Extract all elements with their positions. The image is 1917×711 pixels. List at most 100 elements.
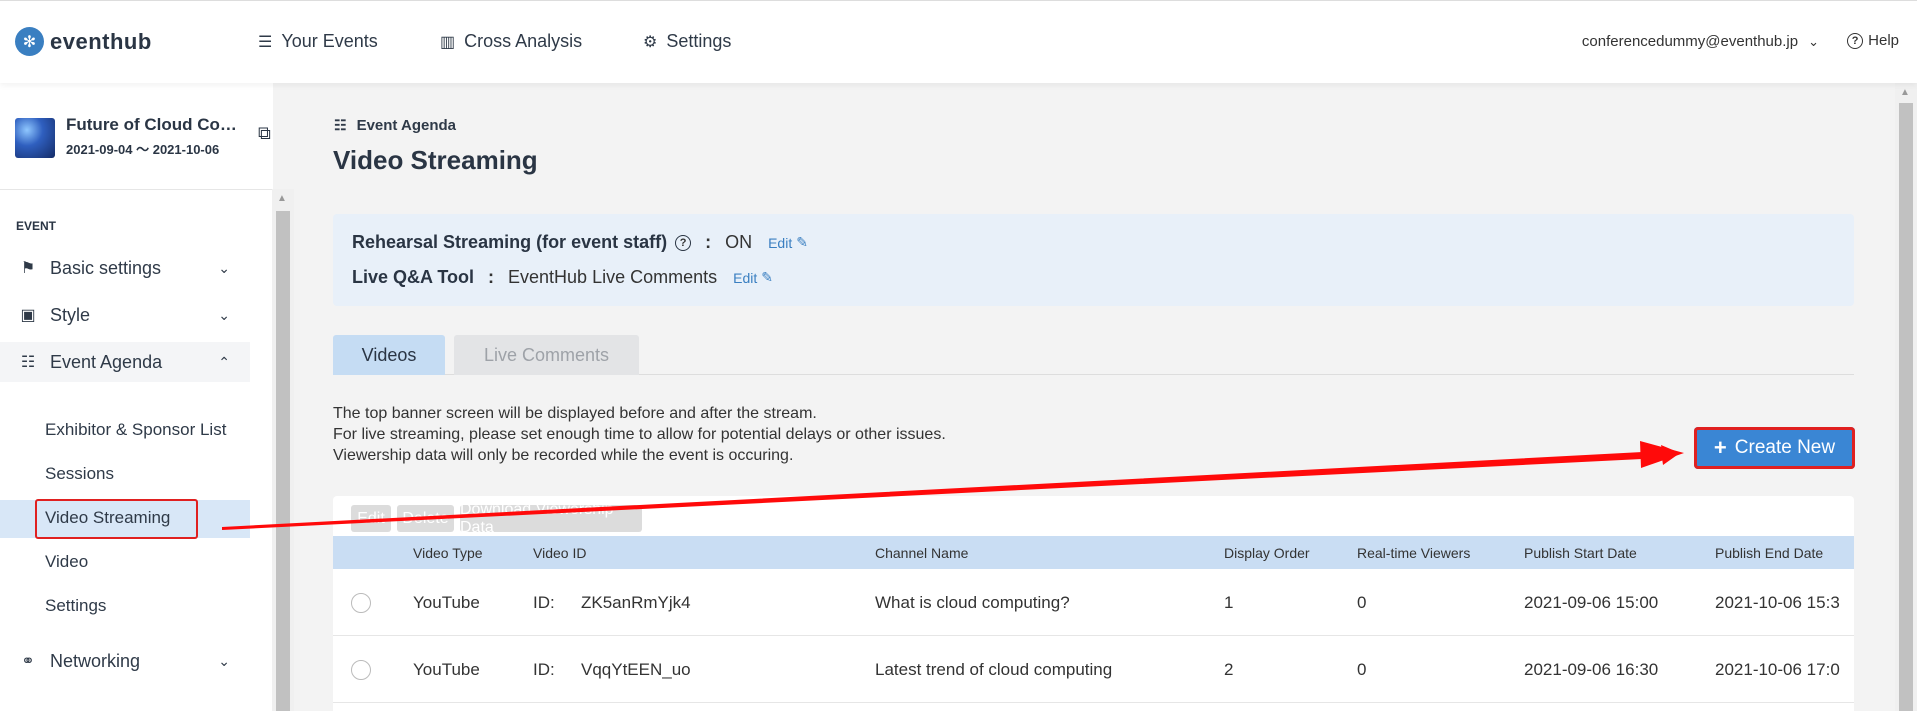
event-dates: 2021-09-04 ～ 2021-10-06 bbox=[66, 142, 220, 157]
tab-live-comments[interactable]: Live Comments bbox=[454, 335, 639, 375]
sidebar-item-event-agenda[interactable]: ☷ Event Agenda ⌃ bbox=[0, 342, 250, 382]
qa-label: Live Q&A Tool bbox=[352, 267, 475, 287]
plus-icon: + bbox=[1713, 435, 1727, 460]
delete-button[interactable]: Delete bbox=[397, 505, 454, 532]
nav-cross-analysis[interactable]: ▥ Cross Analysis bbox=[440, 31, 582, 52]
chevron-up-icon: ⌃ bbox=[218, 353, 230, 370]
notes: The top banner screen will be displayed … bbox=[333, 403, 946, 466]
tab-bar: Videos Live Comments bbox=[333, 335, 1854, 375]
gear-icon: ⚙ bbox=[643, 33, 658, 51]
sidebar-item-networking[interactable]: ⚭ Networking ⌄ bbox=[0, 641, 250, 681]
event-thumbnail bbox=[15, 118, 55, 158]
help-label: Help bbox=[1868, 32, 1899, 49]
nav-label: Settings bbox=[666, 31, 732, 51]
cell-video-type: YouTube bbox=[413, 660, 480, 679]
divider bbox=[0, 189, 273, 190]
sidebar-item-label: Networking bbox=[50, 650, 141, 671]
top-navigation-bar: ✻ eventhub ☰ Your Events ▥ Cross Analysi… bbox=[0, 0, 1917, 83]
sidebar-item-style[interactable]: ▣ Style ⌄ bbox=[0, 295, 250, 335]
sidebar-subitem-exhibitor[interactable]: Exhibitor & Sponsor List bbox=[45, 420, 226, 440]
nav-your-events[interactable]: ☰ Your Events bbox=[258, 31, 378, 52]
column-header: Publish Start Date bbox=[1524, 545, 1637, 561]
cell-video-id: ZK5anRmYjk4 bbox=[581, 593, 691, 612]
flag-icon: ⚑ bbox=[20, 260, 36, 277]
cell-channel-name: What is cloud computing? bbox=[875, 593, 1070, 612]
event-name: Future of Cloud Co… bbox=[66, 115, 237, 134]
edit-qa-link[interactable]: Edit ✎ bbox=[733, 269, 773, 286]
cell-display-order: 1 bbox=[1224, 593, 1234, 612]
scroll-up-icon[interactable]: ▲ bbox=[1900, 87, 1910, 98]
cell-start-date: 2021-09-06 15:00 bbox=[1524, 593, 1659, 612]
account-email: conferencedummy@eventhub.jp bbox=[1581, 33, 1799, 50]
rehearsal-label: Rehearsal Streaming (for event staff) bbox=[352, 232, 668, 252]
help-link[interactable]: ? Help bbox=[1847, 32, 1899, 49]
question-icon: ? bbox=[1847, 32, 1864, 49]
column-header: Publish End Date bbox=[1715, 545, 1824, 561]
sidebar-subitem-sessions[interactable]: Sessions bbox=[45, 464, 114, 484]
cell-end-date: 2021-10-06 17:0 bbox=[1715, 660, 1840, 679]
download-viewership-button[interactable]: Download Viewership Data bbox=[460, 501, 642, 536]
sidebar-subitem-settings[interactable]: Settings bbox=[45, 596, 106, 616]
cell-viewers: 0 bbox=[1357, 593, 1367, 612]
table-header: Video Type Video ID Channel Name Display… bbox=[333, 536, 1854, 569]
note-line: Viewership data will only be recorded wh… bbox=[333, 447, 794, 464]
pencil-icon: ✎ bbox=[796, 234, 808, 250]
nav-label: Cross Analysis bbox=[464, 31, 583, 51]
sidebar-item-label: Basic settings bbox=[50, 257, 162, 278]
sidebar-scrollbar[interactable]: ▲ bbox=[272, 189, 294, 711]
edit-button[interactable]: Edit bbox=[351, 505, 391, 532]
cell-id-prefix: ID: bbox=[533, 593, 555, 612]
sidebar: Future of Cloud Co… 2021-09-04 ～ 2021-10… bbox=[0, 83, 294, 711]
external-link-icon[interactable]: ⧉ bbox=[258, 123, 271, 144]
cell-video-id: VqqYtEEN_uo bbox=[581, 660, 691, 679]
pencil-icon: ✎ bbox=[761, 269, 773, 285]
scrollbar-thumb[interactable] bbox=[1899, 103, 1913, 711]
note-line: For live streaming, please set enough ti… bbox=[333, 426, 946, 443]
tab-videos[interactable]: Videos bbox=[333, 335, 445, 375]
chevron-down-icon: ⌄ bbox=[1808, 33, 1819, 49]
logo-text: eventhub bbox=[50, 28, 152, 54]
qa-value: EventHub Live Comments bbox=[508, 267, 718, 287]
table-row[interactable]: YouTube ID: ZK5anRmYjk4 What is cloud co… bbox=[333, 569, 1854, 636]
page-title: Video Streaming bbox=[333, 145, 538, 175]
sidebar-item-label: Event Agenda bbox=[50, 351, 163, 372]
nav-settings[interactable]: ⚙ Settings bbox=[643, 31, 731, 52]
column-header: Real-time Viewers bbox=[1357, 545, 1471, 561]
column-header: Video Type bbox=[413, 545, 483, 561]
streaming-info-box: Rehearsal Streaming (for event staff) ? … bbox=[333, 214, 1854, 306]
rehearsal-row: Rehearsal Streaming (for event staff) ? … bbox=[352, 232, 808, 253]
account-menu[interactable]: conferencedummy@eventhub.jp ⌄ bbox=[1582, 33, 1819, 50]
edit-rehearsal-link[interactable]: Edit ✎ bbox=[768, 234, 808, 251]
scrollbar-thumb[interactable] bbox=[276, 211, 290, 711]
table-row[interactable]: YouTube ID: VqqYtEEN_uo Latest trend of … bbox=[333, 636, 1854, 703]
row-radio[interactable] bbox=[351, 660, 371, 680]
main-content: ☷ Event Agenda Video Streaming Rehearsal… bbox=[294, 83, 1895, 711]
chevron-down-icon: ⌄ bbox=[218, 306, 230, 323]
column-header: Channel Name bbox=[875, 545, 969, 561]
row-radio[interactable] bbox=[351, 593, 371, 613]
scroll-up-icon[interactable]: ▲ bbox=[277, 193, 287, 204]
note-line: The top banner screen will be displayed … bbox=[333, 405, 817, 422]
agenda-icon: ☷ bbox=[20, 354, 36, 371]
qa-tool-row: Live Q&A Tool : EventHub Live Comments E… bbox=[352, 267, 773, 288]
section-label: EVENT bbox=[16, 219, 57, 233]
create-new-button[interactable]: + Create New bbox=[1694, 427, 1855, 469]
question-icon[interactable]: ? bbox=[675, 234, 692, 251]
colon: : bbox=[705, 232, 712, 252]
cell-end-date: 2021-10-06 15:3 bbox=[1715, 593, 1840, 612]
page-scrollbar[interactable]: ▲ bbox=[1895, 83, 1917, 711]
sidebar-item-basic-settings[interactable]: ⚑ Basic settings ⌄ bbox=[0, 248, 250, 288]
edit-label: Edit bbox=[768, 234, 793, 251]
bar-chart-icon: ▥ bbox=[440, 33, 456, 51]
videos-table-panel: Edit Delete Download Viewership Data Vid… bbox=[333, 496, 1854, 711]
sidebar-subitem-video[interactable]: Video bbox=[45, 552, 88, 572]
cell-video-type: YouTube bbox=[413, 593, 480, 612]
event-header: Future of Cloud Co… 2021-09-04 ～ 2021-10… bbox=[15, 115, 255, 165]
logo[interactable]: ✻ eventhub bbox=[15, 27, 152, 56]
eventhub-logo-icon: ✻ bbox=[15, 27, 44, 56]
edit-label: Edit bbox=[733, 269, 758, 286]
breadcrumb-label: Event Agenda bbox=[356, 117, 457, 134]
breadcrumb: ☷ Event Agenda bbox=[334, 117, 456, 134]
chevron-down-icon: ⌄ bbox=[218, 259, 230, 276]
column-header: Video ID bbox=[533, 545, 587, 561]
